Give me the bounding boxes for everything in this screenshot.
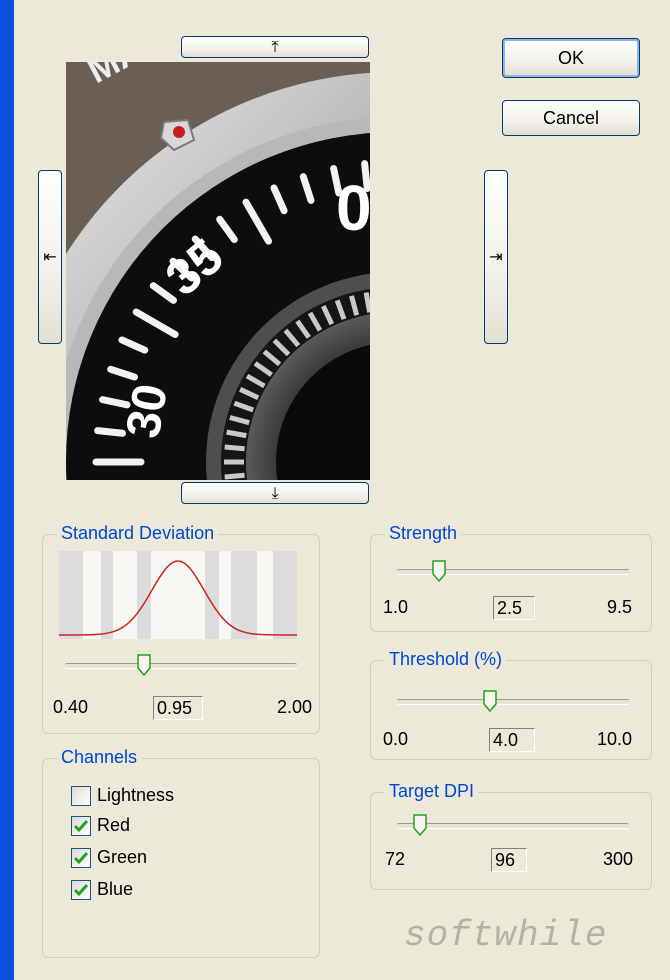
threshold-track[interactable] xyxy=(397,699,629,705)
target-dpi-value: 96 xyxy=(491,848,527,872)
dial-photo: MAS 0 35 30 xyxy=(66,62,370,480)
knurl-ridge xyxy=(224,444,245,452)
check-icon xyxy=(73,851,89,864)
strength-slider-thumb[interactable] xyxy=(432,560,446,582)
checkbox-box xyxy=(71,785,91,806)
move-left-button[interactable]: ⇤ xyxy=(38,170,62,344)
green-label: Green xyxy=(97,847,148,867)
strength-title: Strength xyxy=(385,523,462,544)
dial-number-30: 30 xyxy=(117,380,178,442)
arrow-left-icon: ⇤ xyxy=(43,247,57,266)
threshold-group: Threshold (%) 0.0 4.0 10.0 xyxy=(370,649,652,760)
knurl-ridge xyxy=(363,292,370,313)
standard-deviation-track[interactable] xyxy=(65,663,297,669)
arrow-right-icon: ⇥ xyxy=(489,247,503,266)
strength-min: 1.0 xyxy=(383,597,409,617)
knurl-ridge xyxy=(224,472,245,480)
cancel-button[interactable]: Cancel xyxy=(502,100,640,136)
ok-button-label: OK xyxy=(557,47,584,68)
standard-deviation-min: 0.40 xyxy=(53,697,89,717)
standard-deviation-max: 2.00 xyxy=(277,697,313,717)
lightness-label: Lightness xyxy=(97,785,175,805)
check-icon xyxy=(73,819,89,832)
move-right-button[interactable]: ⇥ xyxy=(484,170,508,344)
strength-max: 9.5 xyxy=(607,597,633,617)
blue-label: Blue xyxy=(97,879,134,899)
threshold-title: Threshold (%) xyxy=(385,649,507,670)
strength-value: 2.5 xyxy=(493,596,535,620)
cancel-button-label: Cancel xyxy=(542,107,600,128)
move-up-button[interactable]: ⤒ xyxy=(181,36,369,58)
threshold-value: 4.0 xyxy=(489,728,535,752)
target-dpi-title: Target DPI xyxy=(385,781,479,802)
standard-deviation-value: 0.95 xyxy=(153,696,203,720)
target-dpi-group: Target DPI 72 96 300 xyxy=(370,781,652,890)
dial-number-zero: 0 xyxy=(336,172,370,244)
threshold-max: 10.0 xyxy=(597,729,633,749)
arrow-up-icon: ⤒ xyxy=(271,37,279,56)
lightness-checkbox[interactable]: Lightness xyxy=(71,785,174,806)
red-checkbox[interactable]: Red xyxy=(71,815,130,836)
threshold-slider-thumb[interactable] xyxy=(483,690,497,712)
red-label: Red xyxy=(97,815,131,835)
dialog-window: ⤒ ⤓ ⇤ ⇥ 0 35 30 OK Cancel Standard Devia… xyxy=(14,0,670,980)
checkbox-box xyxy=(71,879,91,900)
check-icon xyxy=(73,883,89,896)
arrow-down-icon: ⤓ xyxy=(271,483,279,502)
threshold-min: 0.0 xyxy=(383,729,409,749)
gaussian-curve-graph xyxy=(59,551,297,639)
ok-button[interactable]: OK xyxy=(502,38,640,78)
standard-deviation-group: Standard Deviation 0.40 0.95 2.00 xyxy=(42,523,320,734)
blue-checkbox[interactable]: Blue xyxy=(71,879,133,900)
move-down-button[interactable]: ⤓ xyxy=(181,482,369,504)
green-checkbox[interactable]: Green xyxy=(71,847,147,868)
target-dpi-max: 300 xyxy=(603,849,634,869)
knurl-ridge xyxy=(226,429,247,439)
channels-title: Channels xyxy=(57,747,142,768)
target-dpi-track[interactable] xyxy=(397,823,629,829)
strength-group: Strength 1.0 2.5 9.5 xyxy=(370,523,652,632)
brand-watermark: softwhile xyxy=(404,915,608,956)
standard-deviation-title: Standard Deviation xyxy=(57,523,219,544)
preview-image[interactable]: MAS 0 35 30 xyxy=(66,62,370,480)
target-dpi-min: 72 xyxy=(385,849,406,869)
target-dpi-slider-thumb[interactable] xyxy=(413,814,427,836)
channels-group: Channels Lightness Red Green Blue xyxy=(42,747,320,958)
checkbox-box xyxy=(71,815,91,836)
standard-deviation-slider-thumb[interactable] xyxy=(137,654,151,676)
checkbox-box xyxy=(71,847,91,868)
